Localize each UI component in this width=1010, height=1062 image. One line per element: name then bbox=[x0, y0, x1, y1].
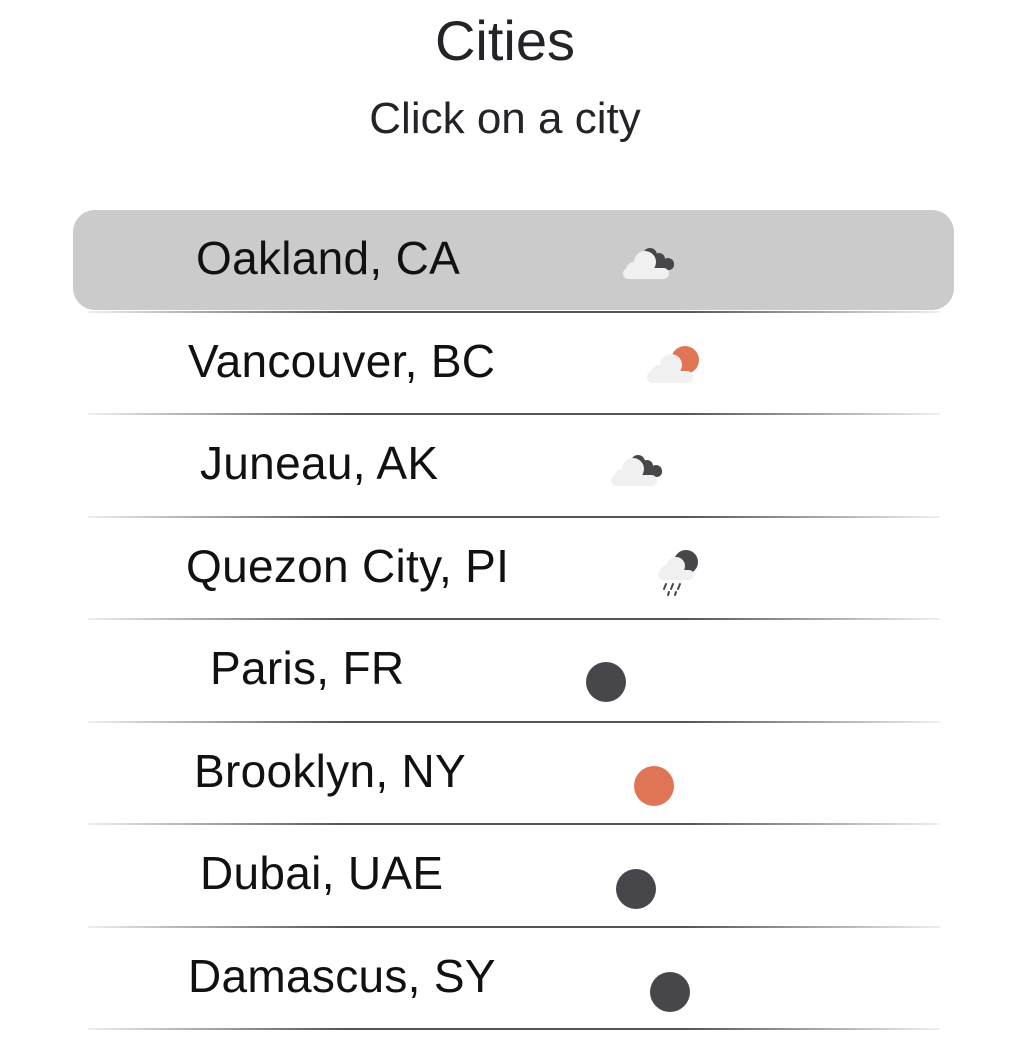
city-row-vancouver[interactable]: Vancouver, BC bbox=[0, 313, 1010, 415]
city-list: Oakland, CA Vancouver, BC Juneau, AK Que… bbox=[0, 210, 1010, 1030]
clear-night-icon bbox=[586, 662, 626, 702]
cloudy-night-icon bbox=[611, 455, 662, 486]
city-row-quezon-city[interactable]: Quezon City, PI bbox=[0, 518, 1010, 620]
city-name: Vancouver, BC bbox=[188, 334, 496, 387]
city-row-brooklyn[interactable]: Brooklyn, NY bbox=[0, 723, 1010, 825]
city-name: Paris, FR bbox=[210, 642, 405, 694]
cloudy-night-icon bbox=[623, 248, 674, 279]
clear-night-icon bbox=[650, 971, 690, 1012]
city-name: Quezon City, PI bbox=[186, 539, 510, 592]
page-subtitle: Click on a city bbox=[369, 94, 641, 143]
city-row-paris[interactable]: Paris, FR bbox=[0, 620, 1010, 723]
city-name: Brooklyn, NY bbox=[194, 744, 467, 797]
row-divider bbox=[88, 1028, 940, 1030]
city-name: Juneau, AK bbox=[200, 437, 439, 489]
city-row-juneau[interactable]: Juneau, AK bbox=[0, 415, 1010, 518]
rain-night-icon bbox=[658, 549, 698, 596]
city-row-oakland[interactable]: Oakland, CA bbox=[0, 210, 1010, 313]
city-name: Dubai, UAE bbox=[200, 847, 444, 899]
page-title: Cities bbox=[434, 9, 576, 72]
row-background bbox=[73, 620, 954, 720]
clear-night-icon bbox=[616, 869, 656, 909]
city-name: Oakland, CA bbox=[196, 232, 461, 284]
partly-cloudy-day-icon bbox=[647, 345, 699, 383]
clear-day-icon bbox=[634, 765, 674, 806]
city-row-damascus[interactable]: Damascus, SY bbox=[0, 928, 1010, 1030]
city-name: Damascus, SY bbox=[188, 949, 496, 1002]
city-row-dubai[interactable]: Dubai, UAE bbox=[0, 825, 1010, 928]
